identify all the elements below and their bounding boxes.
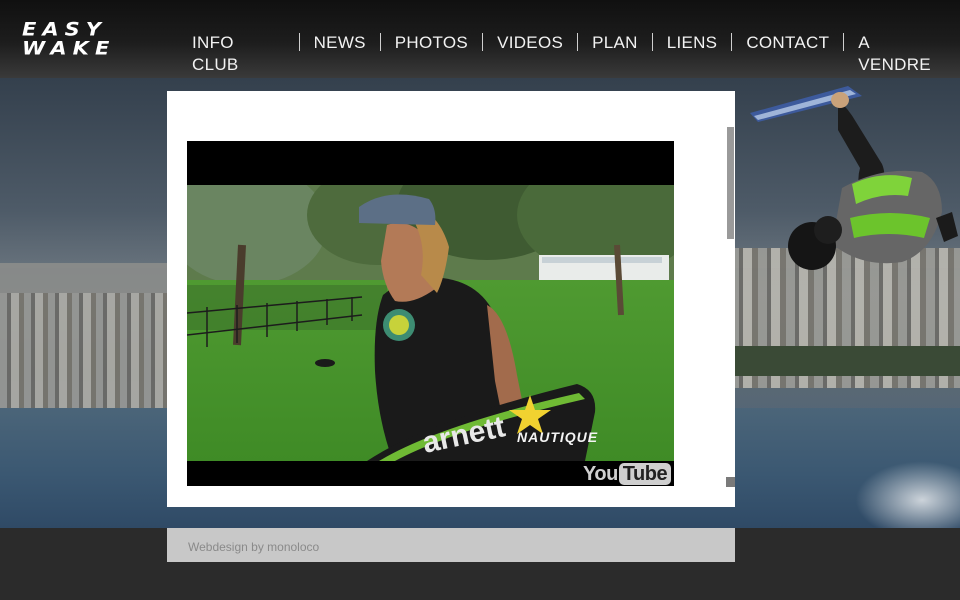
youtube-logo-tube: Tube <box>618 463 672 485</box>
nav-info-club[interactable]: INFO CLUB <box>178 32 299 74</box>
nav-news[interactable]: NEWS <box>300 32 380 52</box>
nav-photos[interactable]: PHOTOS <box>381 32 482 52</box>
background-trees <box>730 346 960 376</box>
easywake-logo[interactable]: EASY WAKE <box>22 20 144 62</box>
main-nav: INFO CLUB NEWS PHOTOS VIDEOS PLAN LIENS … <box>178 30 960 74</box>
logo-line-2: WAKE <box>22 37 116 59</box>
nav-plan[interactable]: PLAN <box>578 32 652 52</box>
wakeboarder-figure <box>750 86 958 270</box>
video-frame[interactable]: arnett NAUTIQUE <box>187 185 674 461</box>
youtube-logo[interactable]: You Tube <box>583 462 672 486</box>
scrollbar-thumb[interactable] <box>727 127 734 239</box>
panel-scrollbar[interactable] <box>726 127 735 487</box>
site-footer: Webdesign by monoloco <box>167 528 735 562</box>
youtube-video-player[interactable]: arnett NAUTIQUE You Tube <box>187 141 674 486</box>
nav-a-vendre[interactable]: A VENDRE <box>844 32 960 74</box>
logo-line-1: EASY <box>22 18 107 40</box>
nav-contact[interactable]: CONTACT <box>732 32 843 52</box>
nautique-overlay: NAUTIQUE <box>517 429 598 445</box>
water-splash <box>850 458 960 528</box>
youtube-logo-you: You <box>583 463 618 485</box>
footer-credit[interactable]: Webdesign by monoloco <box>188 540 319 554</box>
nav-liens[interactable]: LIENS <box>653 32 732 52</box>
nav-videos[interactable]: VIDEOS <box>483 32 577 52</box>
content-panel: arnett NAUTIQUE You Tube <box>167 91 735 507</box>
site-header: EASY WAKE INFO CLUB NEWS PHOTOS VIDEOS P… <box>0 0 960 78</box>
scrollbar-end <box>726 477 735 487</box>
background-city-left <box>0 263 175 423</box>
